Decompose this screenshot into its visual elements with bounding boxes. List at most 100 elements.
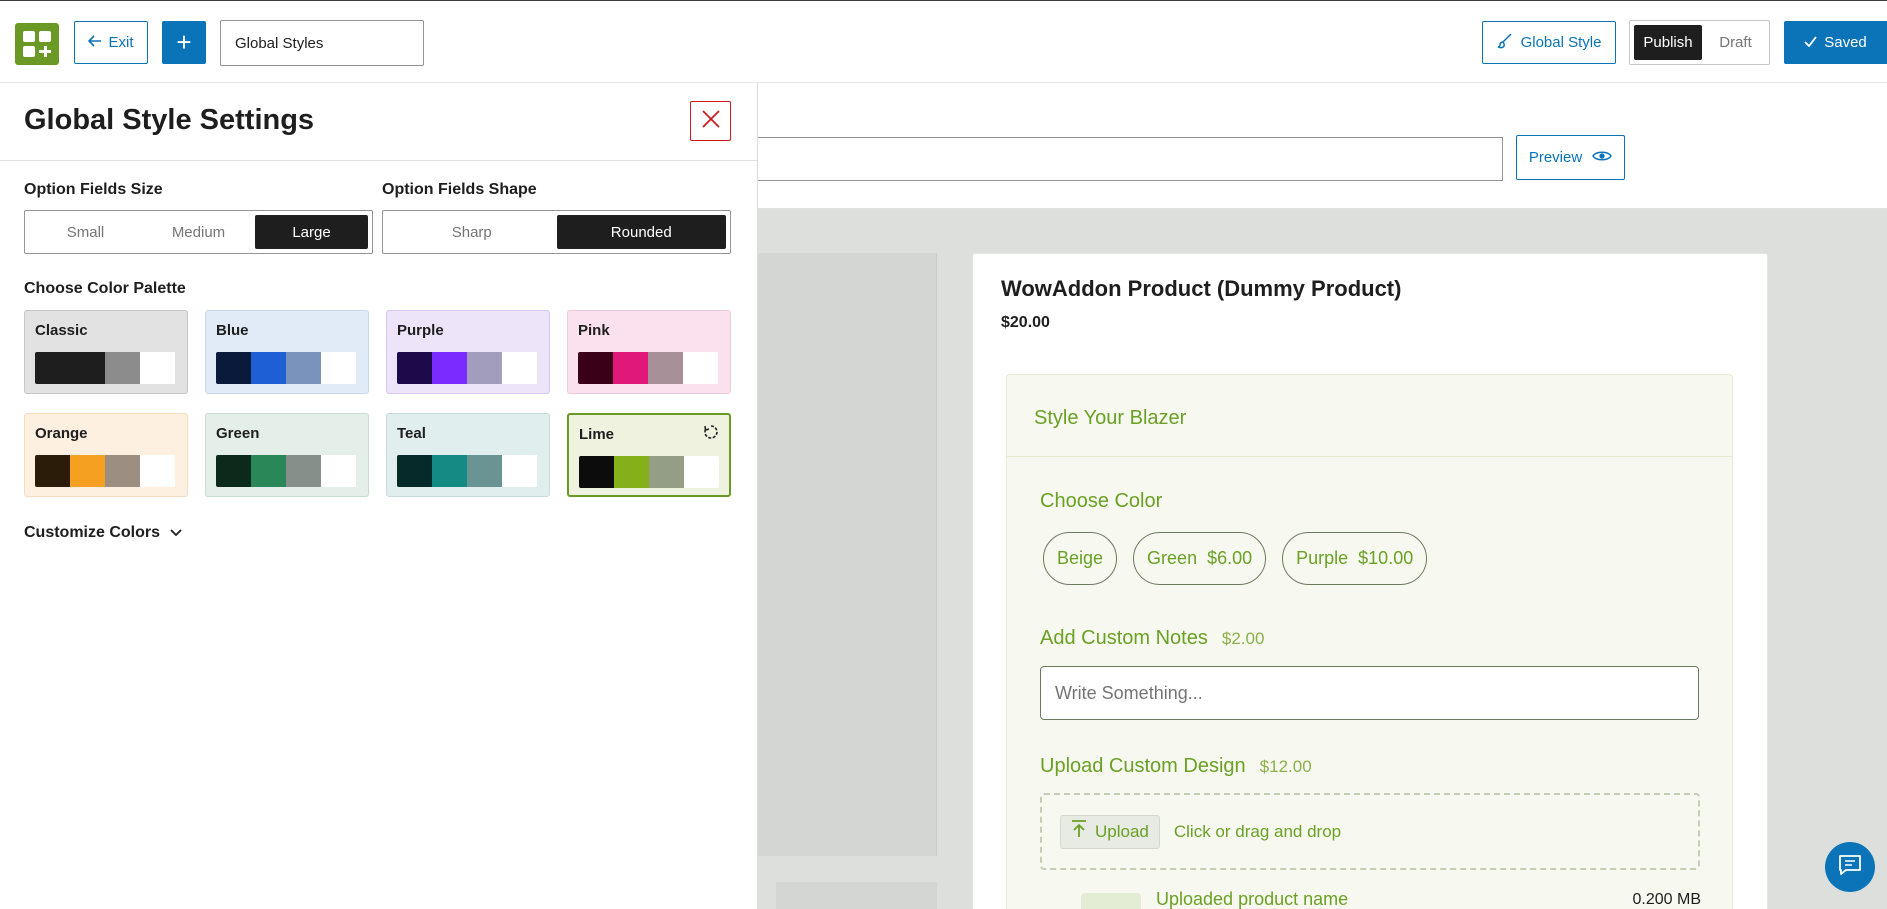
palette-name: Purple bbox=[397, 321, 539, 339]
preview-canvas: WowAddon Product (Dummy Product) $20.00 … bbox=[758, 208, 1887, 909]
addon-block: Style Your Blazer Choose Color Beige Gre… bbox=[1006, 374, 1733, 909]
color-option-green[interactable]: Green $6.00 bbox=[1133, 532, 1267, 585]
draft-option[interactable]: Draft bbox=[1706, 25, 1765, 60]
upload-design-label: Upload Custom Design $12.00 bbox=[1040, 755, 1312, 778]
palette-name-text: Blue bbox=[216, 321, 249, 339]
color-swatch bbox=[70, 455, 105, 487]
color-swatch bbox=[397, 455, 432, 487]
palette-pink[interactable]: Pink bbox=[567, 310, 731, 394]
palette-green[interactable]: Green bbox=[205, 413, 369, 497]
plus-icon: + bbox=[176, 27, 192, 57]
app-logo-icon bbox=[15, 23, 59, 65]
check-icon bbox=[1804, 34, 1817, 51]
color-swatch bbox=[578, 352, 613, 384]
palette-blue[interactable]: Blue bbox=[205, 310, 369, 394]
color-swatch bbox=[614, 456, 649, 488]
palette-swatches bbox=[35, 352, 177, 384]
global-style-label: Global Style bbox=[1520, 34, 1602, 51]
addon-title: Style Your Blazer bbox=[1007, 375, 1732, 457]
palette-name: Classic bbox=[35, 321, 177, 339]
color-swatch bbox=[684, 456, 719, 488]
size-option-small[interactable]: Small bbox=[29, 215, 142, 249]
size-option-large[interactable]: Large bbox=[255, 215, 368, 249]
global-style-panel: Global Style Settings Option Fields Size… bbox=[0, 83, 758, 909]
palette-name-text: Classic bbox=[35, 321, 88, 339]
palette-name-text: Teal bbox=[397, 424, 426, 442]
color-swatch bbox=[216, 455, 251, 487]
size-option-medium[interactable]: Medium bbox=[142, 215, 255, 249]
palette-purple[interactable]: Purple bbox=[386, 310, 550, 394]
upload-button-label: Upload bbox=[1095, 821, 1149, 841]
palette-name-text: Purple bbox=[397, 321, 444, 339]
palette-teal[interactable]: Teal bbox=[386, 413, 550, 497]
upload-icon bbox=[1071, 820, 1087, 843]
size-label: Option Fields Size bbox=[24, 181, 163, 198]
palette-name-text: Green bbox=[216, 424, 260, 442]
saved-button[interactable]: Saved bbox=[1784, 21, 1887, 64]
color-swatch bbox=[286, 352, 321, 384]
shape-option-rounded[interactable]: Rounded bbox=[556, 215, 726, 249]
customize-colors-label: Customize Colors bbox=[24, 524, 161, 541]
preview-url-field[interactable] bbox=[758, 137, 1503, 181]
brush-icon bbox=[1497, 32, 1513, 53]
close-button[interactable] bbox=[690, 101, 731, 141]
palette-swatches bbox=[216, 352, 358, 384]
saved-label: Saved bbox=[1824, 34, 1867, 51]
custom-notes-input[interactable] bbox=[1040, 666, 1699, 720]
custom-notes-label: Add Custom Notes $2.00 bbox=[1040, 627, 1264, 650]
uploaded-file-row: Uploaded product name 0.200 MB bbox=[1081, 889, 1701, 909]
panel-header: Global Style Settings bbox=[0, 83, 757, 161]
product-price: $20.00 bbox=[1001, 314, 1050, 331]
palette-name: Green bbox=[216, 424, 358, 442]
exit-button[interactable]: Exit bbox=[74, 21, 148, 64]
shape-option-sharp[interactable]: Sharp bbox=[387, 215, 557, 249]
color-swatch bbox=[648, 352, 683, 384]
palette-orange[interactable]: Orange bbox=[24, 413, 188, 497]
shape-segmented-control: Sharp Rounded bbox=[382, 210, 731, 254]
chat-icon bbox=[1838, 854, 1862, 881]
color-swatch bbox=[579, 456, 614, 488]
option-price: $10.00 bbox=[1358, 548, 1414, 568]
color-swatch bbox=[286, 455, 321, 487]
color-swatch bbox=[683, 352, 718, 384]
palette-label: Choose Color Palette bbox=[24, 280, 186, 297]
color-swatch bbox=[251, 352, 286, 384]
global-style-button[interactable]: Global Style bbox=[1482, 21, 1616, 64]
chat-button[interactable] bbox=[1825, 842, 1875, 892]
reset-icon[interactable] bbox=[703, 424, 719, 444]
publish-draft-toggle: Publish Draft bbox=[1629, 20, 1770, 65]
upload-design-text: Upload Custom Design bbox=[1040, 755, 1246, 777]
palette-name-text: Lime bbox=[579, 425, 615, 443]
color-swatch bbox=[216, 352, 251, 384]
file-size: 0.200 MB bbox=[1632, 891, 1701, 908]
panel-title: Global Style Settings bbox=[24, 104, 315, 136]
color-option-purple[interactable]: Purple $10.00 bbox=[1282, 532, 1428, 585]
palette-swatches bbox=[35, 455, 177, 487]
add-button[interactable]: + bbox=[162, 21, 206, 64]
palette-classic[interactable]: Classic bbox=[24, 310, 188, 394]
arrow-left-icon bbox=[88, 34, 102, 51]
choose-color-text: Choose Color bbox=[1040, 490, 1163, 512]
palette-lime[interactable]: Lime bbox=[567, 413, 731, 497]
publish-option[interactable]: Publish bbox=[1634, 25, 1702, 60]
preview-label: Preview bbox=[1528, 149, 1583, 166]
color-option-beige[interactable]: Beige bbox=[1043, 532, 1118, 585]
option-name: Purple bbox=[1296, 548, 1349, 568]
color-swatch bbox=[321, 455, 356, 487]
upload-dropzone[interactable]: Upload Click or drag and drop bbox=[1040, 793, 1700, 870]
color-swatch bbox=[105, 352, 140, 384]
product-image-placeholder bbox=[758, 253, 937, 856]
customize-colors-toggle[interactable]: Customize Colors bbox=[24, 524, 182, 542]
preview-button[interactable]: Preview bbox=[1516, 135, 1625, 180]
preview-area: Preview WowAddon Product (Dummy Product)… bbox=[758, 84, 1887, 909]
color-swatch bbox=[432, 455, 467, 487]
color-options: Beige Green $6.00 Purple $10.00 bbox=[1043, 532, 1428, 585]
size-segmented-control: Small Medium Large bbox=[24, 210, 373, 254]
color-swatch bbox=[321, 352, 356, 384]
upload-button[interactable]: Upload bbox=[1060, 814, 1160, 849]
title-input[interactable] bbox=[220, 20, 424, 66]
palette-name: Teal bbox=[397, 424, 539, 442]
custom-notes-price: $2.00 bbox=[1221, 629, 1265, 648]
file-thumbnail bbox=[1081, 893, 1141, 909]
color-swatch bbox=[35, 352, 70, 384]
